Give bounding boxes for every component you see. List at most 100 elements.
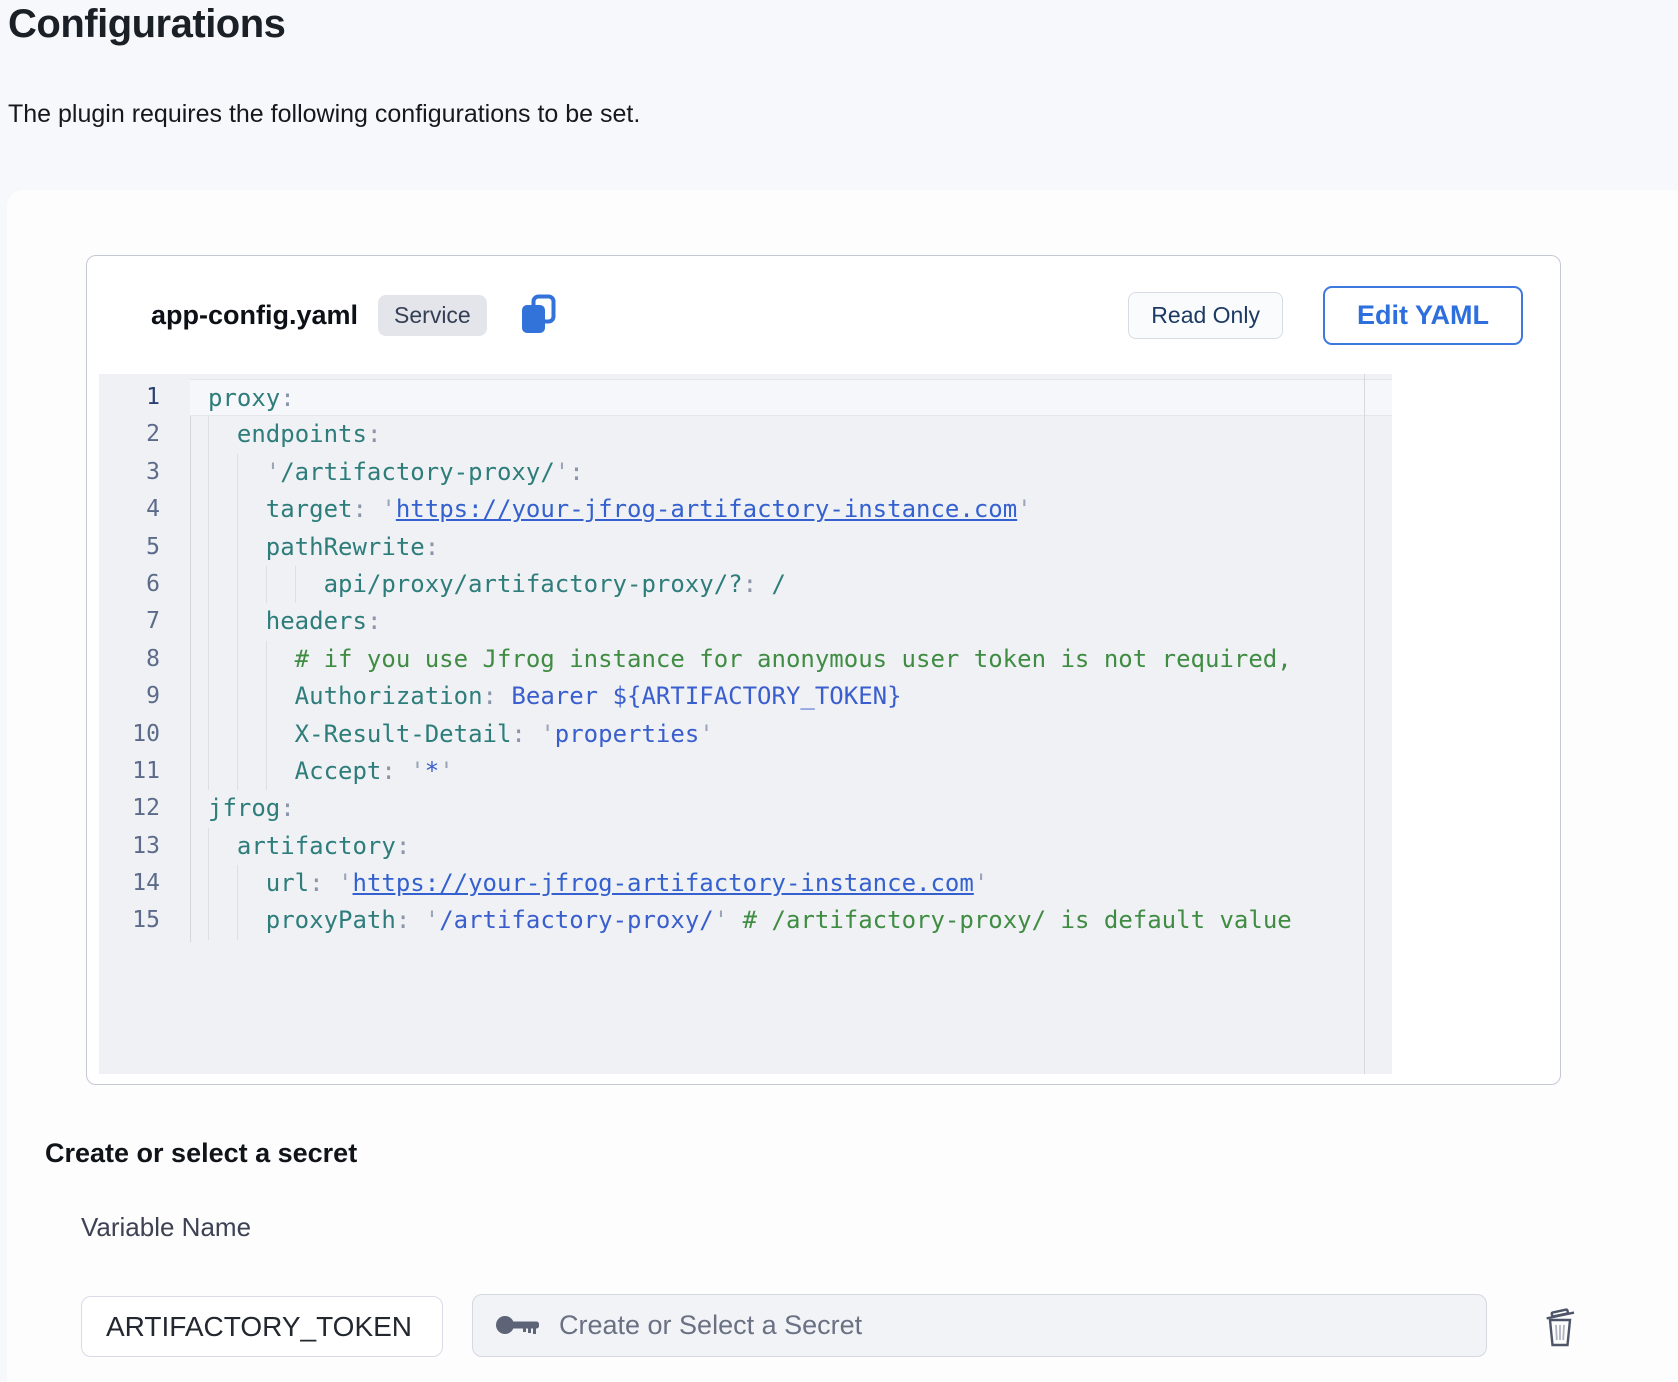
- config-file-card: app-config.yaml Service Read Only Edit Y…: [86, 255, 1561, 1085]
- copy-icon[interactable]: [519, 293, 559, 337]
- read-only-button[interactable]: Read Only: [1128, 292, 1283, 339]
- secret-select-field[interactable]: Create or Select a Secret: [472, 1294, 1487, 1357]
- code-token-q: ': [425, 906, 439, 934]
- indent-guide: [208, 454, 237, 491]
- yaml-code-editor[interactable]: 123456789101112131415 proxy:endpoints:'/…: [99, 374, 1392, 1074]
- indent-guide: [208, 641, 237, 678]
- code-token-str: Bearer ${ARTIFACTORY_TOKEN}: [511, 682, 901, 710]
- code-token-key: pathRewrite: [266, 533, 425, 561]
- code-token-str: /artifactory-proxy/: [439, 906, 714, 934]
- line-number: 7: [99, 603, 160, 640]
- page-subtitle: The plugin requires the following config…: [8, 100, 640, 129]
- code-line: jfrog:: [190, 790, 1392, 827]
- code-token-q: ': [439, 757, 453, 785]
- indent-guide: [208, 753, 237, 790]
- code-token-key: jfrog: [208, 794, 280, 822]
- indent-guide: [237, 491, 266, 528]
- code-token-key: headers: [266, 607, 367, 635]
- indent-guide: [208, 491, 237, 528]
- code-token-plain: [728, 906, 742, 934]
- trash-icon[interactable]: [1540, 1305, 1580, 1349]
- line-number: 5: [99, 529, 160, 566]
- key-icon: [495, 1313, 541, 1339]
- card-header-right: Read Only Edit YAML: [1128, 286, 1523, 345]
- code-token-key: X-Result-Detail: [295, 720, 512, 748]
- code-token-q: ': [714, 906, 728, 934]
- line-number: 8: [99, 641, 160, 678]
- line-number: 13: [99, 828, 160, 865]
- code-token-punc: :: [483, 682, 512, 710]
- code-token-punc: :: [352, 495, 381, 523]
- code-token-punc: :: [367, 607, 381, 635]
- indent-guide: [208, 865, 237, 902]
- indent-guide: [266, 566, 295, 603]
- code-token-q: ': [266, 458, 280, 486]
- code-token-q: ': [381, 495, 395, 523]
- code-line: target: 'https://your-jfrog-artifactory-…: [190, 491, 1392, 528]
- indent-guide: [295, 566, 324, 603]
- editor-scrollbar[interactable]: [1364, 374, 1365, 1074]
- edit-yaml-button[interactable]: Edit YAML: [1323, 286, 1523, 345]
- line-number: 10: [99, 716, 160, 753]
- indent-guide: [237, 902, 266, 939]
- code-token-q: ': [410, 757, 424, 785]
- indent-guide: [237, 603, 266, 640]
- indent-guide: [237, 865, 266, 902]
- code-line: Authorization: Bearer ${ARTIFACTORY_TOKE…: [190, 678, 1392, 715]
- code-token-q: ': [555, 458, 569, 486]
- indent-guide: [237, 678, 266, 715]
- code-token-q: ': [974, 869, 988, 897]
- indent-guide: [266, 753, 295, 790]
- code-token-q: ': [1017, 495, 1031, 523]
- code-token-key: proxy: [208, 384, 280, 412]
- code-token-str: properties: [555, 720, 700, 748]
- code-token-punc: :: [743, 570, 772, 598]
- indent-guide: [237, 641, 266, 678]
- code-line: proxyPath: '/artifactory-proxy/' # /arti…: [190, 902, 1392, 939]
- code-token-punc: :: [396, 906, 425, 934]
- code-token-punc: :: [569, 458, 583, 486]
- code-line: '/artifactory-proxy/':: [190, 454, 1392, 491]
- code-token-punc: :: [511, 720, 540, 748]
- line-number: 15: [99, 902, 160, 939]
- indent-guide: [266, 678, 295, 715]
- code-token-key: /artifactory-proxy/: [280, 458, 555, 486]
- code-token-key: /: [772, 570, 786, 598]
- variable-name-input[interactable]: [81, 1296, 443, 1357]
- code-token-punc: :: [280, 384, 294, 412]
- code-line: X-Result-Detail: 'properties': [190, 716, 1392, 753]
- line-number: 12: [99, 790, 160, 827]
- line-number: 2: [99, 416, 160, 453]
- line-number: 14: [99, 865, 160, 902]
- code-token-key: api/proxy/artifactory-proxy/?: [324, 570, 743, 598]
- code-line: artifactory:: [190, 828, 1392, 865]
- code-token-key: Accept: [295, 757, 382, 785]
- indent-guide: [237, 716, 266, 753]
- code-token-key: target: [266, 495, 353, 523]
- code-token-key: url: [266, 869, 309, 897]
- code-token-link[interactable]: https://your-jfrog-artifactory-instance.…: [353, 869, 974, 897]
- line-number: 3: [99, 454, 160, 491]
- editor-gutter: 123456789101112131415: [99, 379, 160, 940]
- code-line: proxy:: [190, 379, 1392, 416]
- code-token-str: *: [425, 757, 439, 785]
- service-badge: Service: [378, 295, 487, 336]
- code-token-q: ': [338, 869, 352, 897]
- code-token-punc: :: [309, 869, 338, 897]
- code-line: endpoints:: [190, 416, 1392, 453]
- indent-guide: [208, 716, 237, 753]
- indent-guide: [208, 416, 237, 453]
- indent-guide: [266, 716, 295, 753]
- code-token-link[interactable]: https://your-jfrog-artifactory-instance.…: [396, 495, 1017, 523]
- indent-guide: [208, 566, 237, 603]
- code-line: Accept: '*': [190, 753, 1392, 790]
- indent-guide: [208, 902, 237, 939]
- indent-guide: [237, 753, 266, 790]
- indent-guide: [208, 828, 237, 865]
- indent-guide: [266, 641, 295, 678]
- indent-guide: [237, 454, 266, 491]
- card-header: app-config.yaml Service Read Only Edit Y…: [151, 256, 1523, 374]
- code-token-comment: # /artifactory-proxy/ is default value: [743, 906, 1292, 934]
- secret-select-placeholder: Create or Select a Secret: [559, 1310, 862, 1341]
- code-token-punc: :: [367, 420, 381, 448]
